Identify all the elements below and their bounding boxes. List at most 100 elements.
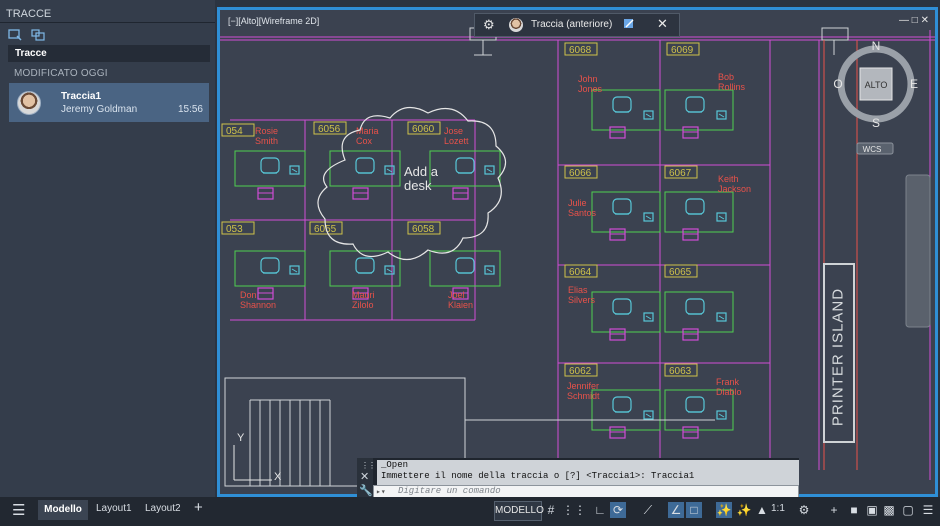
person-name: Shannon	[240, 300, 276, 310]
close-icon[interactable]: ✕	[360, 470, 369, 483]
person-name: Julie	[568, 198, 587, 208]
chair	[455, 257, 475, 274]
chair	[355, 257, 375, 274]
scale-dropdown[interactable]: 1:1	[771, 503, 785, 514]
monitor-line	[386, 268, 393, 273]
person-name: Don	[240, 290, 257, 300]
monitor-line	[291, 168, 298, 173]
chair	[612, 198, 632, 215]
trace-author: Jeremy Goldman	[61, 104, 138, 115]
person-name: Bob	[718, 72, 734, 82]
tab-layout1[interactable]: Layout1	[96, 503, 132, 514]
room-number: 6064	[569, 267, 592, 278]
person-name: Jose	[444, 126, 463, 136]
monitor-line	[718, 315, 725, 320]
trace-name: Traccia1	[61, 91, 102, 102]
model-space-button[interactable]: MODELLO	[494, 501, 544, 521]
menu-icon[interactable]: ☰	[12, 501, 25, 519]
person-name: John	[578, 74, 598, 84]
ucs-x-label: X	[274, 471, 282, 483]
room-number: 6060	[412, 124, 435, 135]
person-name: Jennifer	[567, 381, 599, 391]
clean-screen-icon[interactable]: ▩	[881, 502, 897, 518]
plus-icon[interactable]: +	[826, 502, 842, 518]
markup-edit-icon[interactable]	[623, 18, 635, 30]
object-snap-icon[interactable]: □	[686, 502, 702, 518]
person-name: Maria	[356, 126, 379, 136]
new-trace-icon[interactable]	[8, 29, 22, 41]
annotation-visibility-icon[interactable]: ✨	[716, 502, 732, 518]
command-history-line: _Open	[381, 460, 409, 470]
desk	[591, 291, 661, 333]
desk	[591, 89, 661, 131]
person-name: Elias	[568, 285, 588, 295]
annotation-scale-icon[interactable]: ▲	[754, 502, 770, 518]
monitor-line	[386, 168, 393, 173]
osnap-tracking-icon[interactable]: ∠	[668, 502, 684, 518]
wcs-label: WCS	[863, 145, 882, 154]
status-bar: ☰ Modello Layout1 Layout2 + MODELLO # ⋮⋮…	[0, 497, 940, 526]
monitor-line	[718, 413, 725, 418]
close-icon[interactable]: ✕	[657, 16, 668, 32]
trace-list-item[interactable]: Traccia1 Jeremy Goldman 15:56	[9, 83, 209, 122]
grid-icon[interactable]: #	[543, 502, 559, 518]
trace-compare-icon[interactable]	[31, 29, 45, 41]
isodraft-icon[interactable]: ⟋	[640, 502, 656, 518]
tab-tracce[interactable]: Tracce	[8, 45, 210, 62]
trace-toolbar-label[interactable]: Traccia (anteriore)	[531, 19, 612, 30]
chair	[260, 157, 280, 174]
person-name: Mauri	[352, 290, 375, 300]
room-number: 6069	[671, 45, 694, 56]
wrench-icon[interactable]: 🔧	[359, 484, 373, 497]
ucs-y-label: Y	[237, 432, 245, 444]
person-name: Lozett	[444, 136, 469, 146]
desk	[234, 250, 306, 287]
polar-icon[interactable]: ⟳	[610, 502, 626, 518]
viewport-label[interactable]: [−][Alto][Wireframe 2D]	[228, 16, 319, 26]
tab-layout2[interactable]: Layout2	[145, 503, 181, 514]
fullscreen-icon[interactable]: ▢	[900, 502, 916, 518]
avatar	[509, 18, 523, 32]
tab-modello[interactable]: Modello	[38, 500, 88, 520]
person-name: Zilolo	[352, 300, 374, 310]
chair	[612, 396, 632, 413]
monitor-line	[486, 168, 493, 173]
desk	[664, 191, 734, 233]
customize-icon[interactable]: ☰	[920, 502, 936, 518]
command-line-handle[interactable]: ⋮⋮⋮ ✕ 🔧	[357, 458, 383, 498]
trace-time: 15:56	[177, 104, 203, 115]
room-number: 053	[226, 224, 243, 235]
add-layout-icon[interactable]: +	[194, 499, 203, 516]
ortho-icon[interactable]: ∟	[592, 502, 608, 518]
autoscale-icon[interactable]: ✨	[736, 502, 752, 518]
snap-icon[interactable]: ⋮⋮	[562, 502, 586, 518]
chair	[685, 396, 705, 413]
isolate-icon[interactable]: ■	[846, 502, 862, 518]
column	[821, 27, 849, 41]
person-name: Klaien	[448, 300, 473, 310]
person-name: Jones	[578, 84, 603, 94]
command-history-line: Immettere il nome della traccia o [?] <T…	[381, 471, 695, 481]
gear-icon[interactable]: ⚙	[483, 17, 495, 33]
person-name: Smith	[255, 136, 278, 146]
monitor-line	[645, 215, 652, 220]
desk	[429, 150, 501, 187]
chair	[455, 157, 475, 174]
desk	[234, 150, 306, 187]
cloud-note: desk	[404, 178, 432, 193]
compass-s: S	[872, 116, 880, 130]
chair	[355, 157, 375, 174]
chair	[260, 257, 280, 274]
room-number: 6068	[569, 45, 592, 56]
monitor-line	[645, 113, 652, 118]
viewcube-label: ALTO	[865, 80, 888, 90]
gear-icon[interactable]: ⚙	[796, 502, 812, 518]
viewport-window-controls[interactable]: — □ ✕	[899, 15, 929, 26]
hardware-accel-icon[interactable]: ▣	[864, 502, 880, 518]
compass-e: E	[910, 77, 918, 91]
monitor-line	[291, 268, 298, 273]
room-number: 6065	[669, 267, 692, 278]
command-line: ⋮⋮⋮ ✕ 🔧 _Open Immettere il nome della tr…	[357, 458, 799, 498]
room-number: 054	[226, 126, 243, 137]
chair	[612, 96, 632, 113]
